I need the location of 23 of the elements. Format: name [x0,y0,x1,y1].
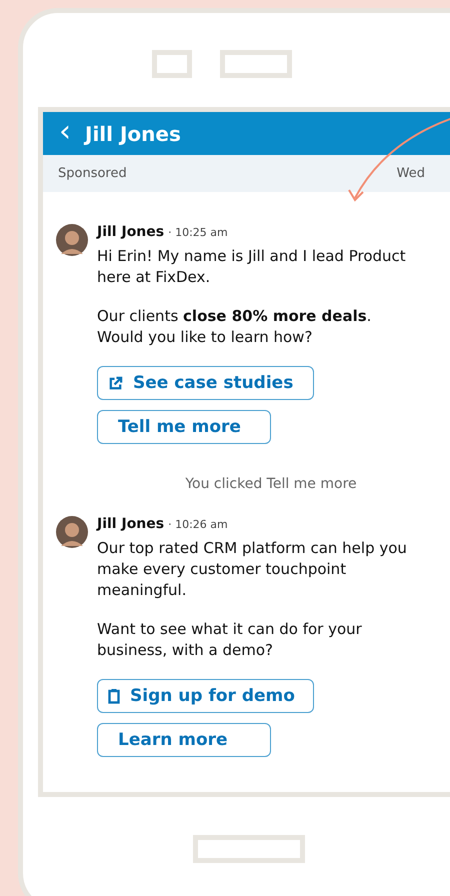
message-time: · 10:26 am [168,518,228,531]
message-text: Our clients close 80% more deals. Would you like to learn how? [97,306,372,348]
action-button[interactable]: Tell me more [97,410,271,444]
message-text: Want to see what it can do for your business, with a demo? [97,619,363,661]
speaker-slot [220,50,292,78]
camera-slot [152,50,192,78]
avatar [56,516,88,548]
system-notice: You clicked Tell me more [184,476,358,492]
message-text: Our top rated CRM platform can help you make every customer touchpoint meaningful. [97,538,408,601]
action-button[interactable]: Sign up for demo [97,679,314,713]
sender-name: Jill Jones [97,224,164,240]
clipboard-icon [108,688,120,704]
date-label: Wed [396,166,425,181]
avatar [56,224,88,256]
message-text: Hi Erin! My name is Jill and I lead Product here at FixDex. [97,246,407,288]
sender-name: Jill Jones [97,516,164,532]
action-button[interactable]: See case studies [97,366,314,400]
sponsored-label: Sponsored [58,166,127,181]
action-button[interactable]: Learn more [97,723,271,757]
back-button[interactable]: ‹ [59,116,71,146]
message-time: · 10:25 am [168,226,228,239]
chat-title: Jill Jones [85,122,181,146]
external-link-icon [108,376,123,390]
